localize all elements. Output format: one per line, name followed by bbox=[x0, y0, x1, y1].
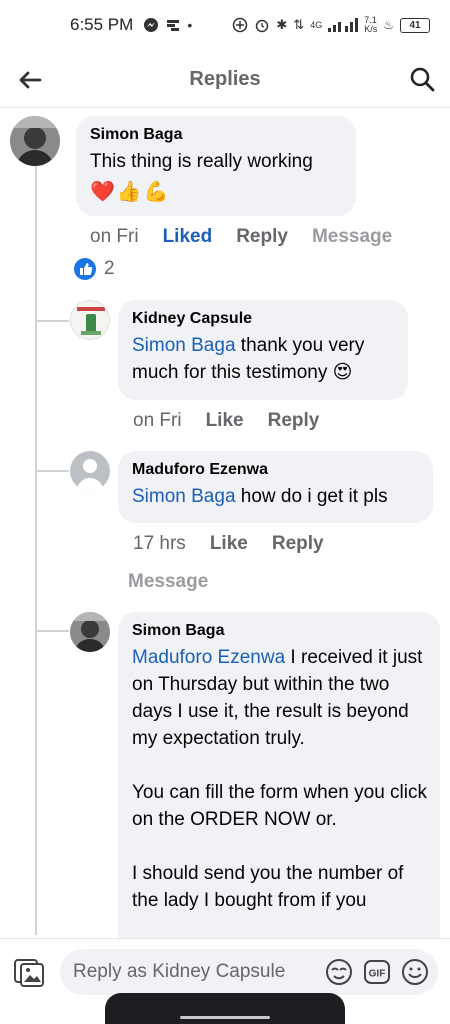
bluetooth-icon: ✱ bbox=[276, 17, 288, 32]
thread-line bbox=[35, 165, 37, 935]
thread-branch bbox=[35, 320, 69, 322]
comment-actions-secondary: Message bbox=[128, 571, 208, 593]
alarm-icon bbox=[256, 19, 269, 33]
reaction-summary[interactable]: 2 bbox=[74, 258, 115, 280]
reply-bubble[interactable]: Simon Baga Maduforo Ezenwa I received it… bbox=[118, 612, 440, 952]
comment-time: 17 hrs bbox=[133, 533, 186, 554]
reply-button[interactable]: Reply bbox=[272, 533, 324, 555]
comment-text: Simon Baga how do i get it pls bbox=[132, 483, 419, 510]
gesture-handle[interactable] bbox=[180, 1016, 270, 1019]
input-icons: GIF bbox=[324, 957, 430, 987]
comment-time: on Fri bbox=[133, 410, 182, 431]
comment-author[interactable]: Simon Baga bbox=[132, 622, 430, 640]
reply-button[interactable]: Reply bbox=[236, 226, 288, 248]
status-system-icons: ✱ ⇅ 4G 7.1 K/s ♨ 41 bbox=[232, 16, 430, 34]
gif-icon[interactable]: GIF bbox=[362, 957, 392, 987]
like-reaction-icon bbox=[74, 258, 96, 280]
page-title: Replies bbox=[189, 68, 261, 90]
navigation-bar bbox=[105, 993, 345, 1024]
reply-input[interactable] bbox=[73, 961, 303, 983]
comment-emojis: ❤️ 👍 💪 bbox=[90, 179, 342, 204]
thread-branch bbox=[35, 630, 69, 632]
avatar-sticker-icon[interactable] bbox=[324, 957, 354, 987]
mention-link[interactable]: Maduforo Ezenwa bbox=[132, 647, 285, 668]
comment-actions: 17 hrs Like Reply bbox=[133, 533, 324, 555]
comment-author[interactable]: Kidney Capsule bbox=[132, 310, 394, 328]
signal-icon bbox=[328, 18, 359, 32]
avatar[interactable] bbox=[70, 300, 110, 340]
search-icon[interactable] bbox=[408, 65, 436, 93]
gallery-icon[interactable] bbox=[12, 955, 46, 989]
message-button[interactable]: Message bbox=[312, 226, 392, 248]
thumbs-up-emoji-icon: 👍 bbox=[116, 181, 142, 203]
comment-paragraph: I should send you the number of the lady… bbox=[132, 863, 404, 911]
like-button[interactable]: Like bbox=[206, 410, 244, 432]
vowifi-icon: ♨ bbox=[383, 18, 394, 32]
reply-button[interactable]: Reply bbox=[268, 410, 320, 432]
network-type: 4G bbox=[310, 20, 323, 30]
message-button[interactable]: Message bbox=[128, 571, 208, 593]
data-saver-icon bbox=[233, 17, 248, 33]
reaction-count: 2 bbox=[104, 258, 115, 279]
app-notification-icon bbox=[167, 20, 180, 31]
comment-bubble[interactable]: Simon Baga This thing is really working … bbox=[76, 116, 356, 216]
status-time: 6:55 PM bbox=[70, 15, 134, 34]
thread-branch bbox=[35, 470, 69, 472]
comment-actions: on Fri Liked Reply Message bbox=[90, 226, 392, 248]
comment-author[interactable]: Simon Baga bbox=[90, 126, 342, 144]
comment-text: Simon Baga thank you very much for this … bbox=[132, 332, 394, 386]
arrow-left-icon[interactable] bbox=[16, 66, 44, 94]
mention-link[interactable]: Simon Baga bbox=[132, 486, 236, 507]
profile-photo-icon bbox=[70, 612, 110, 652]
avatar[interactable] bbox=[70, 451, 110, 491]
battery-icon: 41 bbox=[400, 17, 430, 33]
liked-button[interactable]: Liked bbox=[163, 226, 213, 248]
data-transfer-icon: ⇅ bbox=[293, 17, 305, 32]
like-button[interactable]: Like bbox=[210, 533, 248, 555]
comment-text: Maduforo Ezenwa I received it just on Th… bbox=[132, 644, 430, 752]
default-avatar-icon bbox=[70, 451, 110, 491]
status-bar: 6:55 PM • ✱ ⇅ 4G 7.1 K/s ♨ 41 bbox=[0, 0, 450, 50]
svg-text:GIF: GIF bbox=[369, 969, 386, 980]
avatar[interactable] bbox=[10, 116, 60, 166]
comment-time: on Fri bbox=[90, 226, 139, 247]
heart-emoji-icon: ❤️ bbox=[90, 181, 115, 203]
avatar[interactable] bbox=[70, 612, 110, 652]
page-logo-icon bbox=[71, 301, 109, 339]
flexed-biceps-emoji-icon: 💪 bbox=[143, 181, 169, 203]
emoji-icon[interactable] bbox=[400, 957, 430, 987]
status-notification-icons: • bbox=[143, 17, 192, 33]
comment-author[interactable]: Maduforo Ezenwa bbox=[132, 461, 419, 479]
network-speed: 7.1 K/s bbox=[364, 15, 378, 34]
profile-photo-icon bbox=[10, 116, 60, 166]
header: Replies bbox=[0, 52, 450, 108]
dot-icon: • bbox=[187, 17, 193, 33]
messenger-icon bbox=[144, 18, 159, 32]
comment-body: how do i get it pls bbox=[235, 486, 388, 507]
mention-link[interactable]: Simon Baga bbox=[132, 335, 236, 356]
comment-text: This thing is really working bbox=[90, 151, 313, 172]
comment-paragraph: You can fill the form when you click on … bbox=[132, 782, 428, 830]
reply-bubble[interactable]: Kidney Capsule Simon Baga thank you very… bbox=[118, 300, 408, 400]
reply-bubble[interactable]: Maduforo Ezenwa Simon Baga how do i get … bbox=[118, 451, 433, 523]
reply-input-container[interactable]: GIF bbox=[60, 949, 438, 995]
comment-actions: on Fri Like Reply bbox=[133, 410, 319, 432]
